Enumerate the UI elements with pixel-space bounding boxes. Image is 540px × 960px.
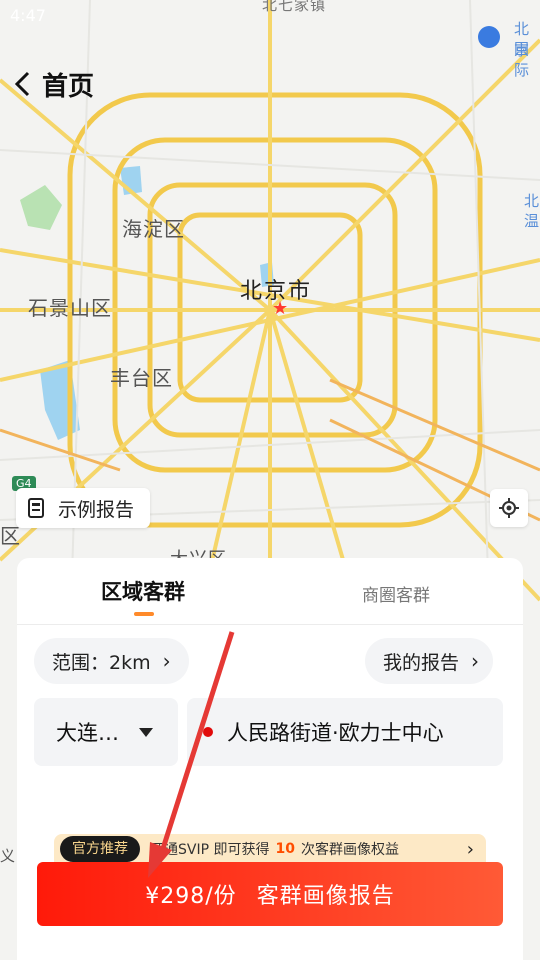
capital-star-icon: ★ (272, 298, 289, 319)
chevron-right-icon: › (466, 838, 474, 860)
caret-down-icon (139, 727, 153, 737)
locate-icon (499, 498, 519, 518)
buy-price: ¥298/份 (145, 884, 237, 909)
city-dropdown[interactable]: 大连… (34, 698, 178, 766)
map-label-top: 北七家镇 (262, 0, 327, 14)
sample-report-label: 示例报告 (58, 498, 135, 521)
my-report-button[interactable]: 我的报告 › (365, 638, 494, 684)
location-dot-icon (203, 727, 213, 737)
chevron-right-icon: › (162, 649, 171, 673)
sample-report-button[interactable]: 示例报告 (16, 488, 151, 528)
range-selector[interactable]: 范围：2km › (34, 638, 189, 684)
map-label-shijingshan: 石景山区 (28, 296, 112, 320)
tab-active-indicator (134, 612, 154, 616)
status-time: 4:47 (10, 6, 46, 25)
tab-region-customers[interactable]: 区域客群 (101, 576, 185, 606)
address-input[interactable]: 人民路街道·欧力士中心 (187, 698, 503, 766)
map-label-fengtai: 丰台区 (110, 366, 173, 390)
buy-label: 客群画像报告 (256, 884, 395, 909)
address-label: 人民路街道·欧力士中心 (227, 721, 444, 745)
map-label-right-mid: 北 (524, 192, 540, 210)
tab-business-customers[interactable]: 商圈客群 (362, 581, 430, 606)
promo-text-after: 次客群画像权益 (300, 842, 399, 858)
page-title: 首页 (42, 71, 95, 102)
map-label-right-top2: 国际 (514, 40, 531, 79)
report-panel: 区域客群 商圈客群 范围：2km › 我的报告 › 大连… 人民路街道·欧力士中… (17, 558, 523, 960)
report-icon (28, 498, 44, 518)
map-label-haidian: 海淀区 (122, 217, 185, 241)
nav-bar: 首页 (8, 62, 94, 106)
city-label: 大连… (56, 721, 119, 745)
chevron-right-icon: › (471, 649, 480, 673)
promo-count: 10 (275, 841, 295, 857)
promo-tag: 官方推荐 (60, 836, 140, 862)
chevron-left-icon (14, 71, 30, 97)
airport-icon (478, 26, 500, 48)
range-label: 范围：2km (52, 651, 151, 674)
buy-report-button[interactable]: ¥298/份 客群画像报告 (37, 862, 503, 926)
my-report-label: 我的报告 (383, 651, 460, 674)
map-label-right-mid2: 温 (524, 212, 540, 230)
locate-button[interactable] (490, 489, 528, 527)
promo-text-before: 开通SVIP 即可获得 (150, 842, 270, 858)
tab-bar: 区域客群 商圈客群 (17, 558, 523, 625)
back-button[interactable] (8, 62, 36, 106)
svip-promo-banner[interactable]: 官方推荐 开通SVIP 即可获得 10 次客群画像权益 › (54, 834, 486, 864)
